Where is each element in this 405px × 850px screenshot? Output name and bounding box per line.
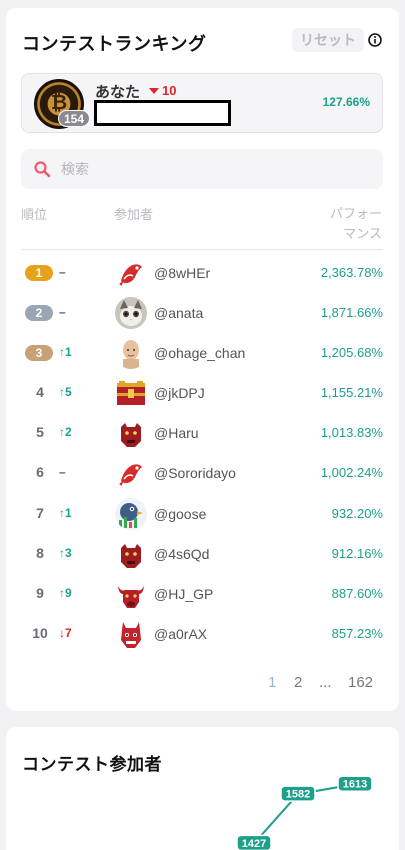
- red-devil-avatar: [115, 618, 147, 650]
- koi-fish-avatar: [115, 457, 147, 489]
- username: @4s6Qd: [154, 546, 210, 562]
- data-point: 1613: [337, 775, 373, 792]
- username: @jkDPJ: [154, 385, 205, 401]
- ranking-row[interactable]: 3 ↑1 @ohage_chan 1,205.68%: [21, 333, 383, 373]
- performance-value: 1,013.83%: [320, 425, 383, 440]
- header-performance: パフォー マンス: [329, 206, 382, 241]
- data-point: 1427: [236, 834, 272, 850]
- performance-value: 1,155.21%: [320, 385, 383, 400]
- ranking-row[interactable]: 5 ↑2 @Haru 1,013.83%: [21, 413, 383, 453]
- data-label: 1427: [242, 838, 266, 850]
- username: @goose: [154, 506, 207, 522]
- rank-change: ↑2: [59, 425, 72, 439]
- data-label: 1613: [343, 779, 367, 791]
- ranking-row[interactable]: 10 ↓7 @a0rAX 857.23%: [21, 614, 383, 654]
- username: @Sororidayo: [154, 465, 236, 481]
- silver-rank-badge: 2: [25, 305, 53, 321]
- redacted-box: [94, 100, 231, 126]
- performance-value: 1,871.66%: [320, 305, 383, 320]
- rank-change: ↑9: [59, 586, 72, 600]
- username: @ohage_chan: [154, 345, 246, 361]
- ranking-row[interactable]: 9 ↑9 @HJ_GP 887.60%: [21, 574, 383, 614]
- rank-change: –: [59, 265, 66, 279]
- down-triangle-icon: [149, 88, 159, 94]
- performance-value: 912.16%: [331, 546, 383, 561]
- pixel-chest-avatar: [115, 377, 147, 409]
- rank-change: –: [59, 465, 66, 479]
- username: @HJ_GP: [154, 586, 214, 602]
- data-label: 1582: [286, 789, 310, 801]
- rank-number: 9: [36, 585, 44, 601]
- ranking-title: コンテストランキング: [22, 34, 207, 54]
- ranking-row[interactable]: 8 ↑3 @4s6Qd 912.16%: [21, 534, 383, 574]
- header-divider: [21, 249, 383, 250]
- performance-value: 1,002.24%: [320, 465, 383, 480]
- bull-head-avatar: [115, 578, 147, 610]
- goose-avatar: [115, 498, 147, 530]
- search-bar[interactable]: [21, 149, 383, 189]
- bronze-rank-badge: 3: [25, 345, 53, 361]
- rank-change: ↑3: [59, 546, 72, 560]
- rank-number: 8: [36, 545, 44, 561]
- reset-button[interactable]: リセット: [292, 28, 364, 52]
- koi-fish-avatar: [115, 257, 147, 289]
- page-1-link[interactable]: 1: [268, 674, 276, 691]
- pagination-ellipsis: ...: [319, 674, 332, 691]
- rank-change: ↓7: [59, 626, 72, 640]
- ranking-row[interactable]: 4 ↑5 @jkDPJ 1,155.21%: [21, 373, 383, 413]
- username: @Haru: [154, 425, 199, 441]
- ranking-row[interactable]: 1 – @8wHEr 2,363.78%: [21, 253, 383, 293]
- rank-change: –: [59, 305, 66, 319]
- red-bull-avatar: [115, 417, 147, 449]
- rank-number: 7: [36, 505, 44, 521]
- search-input[interactable]: [61, 149, 361, 189]
- bald-man-avatar: [115, 337, 147, 369]
- header-participant: 参加者: [114, 207, 154, 222]
- rank-change: ↑1: [59, 506, 72, 520]
- rank-number: 6: [36, 464, 44, 480]
- ranking-row[interactable]: 7 ↑1 @goose 932.20%: [21, 494, 383, 534]
- performance-value: 857.23%: [331, 626, 383, 641]
- rank-number: 10: [32, 625, 48, 641]
- my-name: あなた: [95, 84, 141, 101]
- data-point: 1582: [280, 785, 316, 802]
- my-rank-change: 10: [149, 83, 176, 98]
- rank-number: 5: [36, 424, 44, 440]
- ranking-row[interactable]: 6 – @Sororidayo 1,002.24%: [21, 453, 383, 493]
- performance-value: 932.20%: [331, 506, 383, 521]
- cat-avatar: [115, 297, 147, 329]
- username: @8wHEr: [154, 265, 211, 281]
- my-ranking-card[interactable]: ₿ 154 あなた 10 127.66%: [21, 73, 383, 133]
- username: @anata: [154, 305, 204, 321]
- rank-number: 4: [36, 384, 44, 400]
- performance-value: 887.60%: [331, 586, 383, 601]
- my-rank-badge: 154: [58, 110, 90, 127]
- ranking-row[interactable]: 2 – @anata 1,871.66%: [21, 293, 383, 333]
- red-bull-avatar: [115, 538, 147, 570]
- page-last-link[interactable]: 162: [348, 674, 373, 691]
- my-performance: 127.66%: [322, 95, 370, 109]
- participants-chart: 1427 1582 1613: [236, 775, 373, 850]
- rank-change: ↑1: [59, 345, 72, 359]
- search-icon: [34, 161, 51, 178]
- performance-value: 1,205.68%: [320, 345, 383, 360]
- gold-rank-badge: 1: [25, 265, 53, 281]
- header-rank: 順位: [21, 207, 48, 222]
- info-icon[interactable]: [368, 33, 382, 47]
- username: @a0rAX: [154, 626, 208, 642]
- performance-value: 2,363.78%: [320, 265, 383, 280]
- ranking-card: コンテストランキング リセット ₿ 154 あなた 10 127.66% 順位 …: [6, 8, 399, 711]
- participants-card: コンテスト参加者 1427 1582 1613: [6, 727, 399, 850]
- page-2-link[interactable]: 2: [294, 674, 302, 691]
- rank-change: ↑5: [59, 385, 72, 399]
